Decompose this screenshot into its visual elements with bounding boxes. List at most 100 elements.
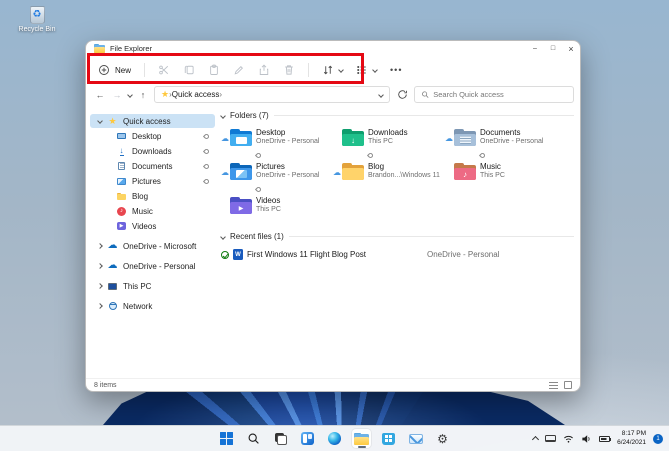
recent-file-row[interactable]: W First Windows 11 Flight Blog Post OneD… <box>221 249 574 260</box>
maximize-button[interactable]: □ <box>544 41 562 56</box>
notification-badge[interactable]: 1 <box>653 433 663 444</box>
new-button[interactable]: New <box>98 64 131 76</box>
share-icon <box>259 64 269 75</box>
back-button[interactable]: ← <box>94 90 106 100</box>
recycle-bin-label: Recycle Bin <box>18 26 56 33</box>
tray-date: 6/24/2021 <box>617 438 646 446</box>
recent-locations-chevron[interactable] <box>127 91 133 98</box>
search-input[interactable] <box>433 90 567 99</box>
sidebar-item-this-pc[interactable]: This PC <box>90 279 215 293</box>
microsoft-store-button[interactable] <box>379 429 398 448</box>
system-tray: 8:17 PM 6/24/2021 1 <box>532 426 663 451</box>
hidden-icons-chevron[interactable] <box>532 435 540 444</box>
chevron-down-icon[interactable] <box>220 112 226 119</box>
sync-status-icon <box>221 250 229 259</box>
word-document-icon: W <box>233 249 243 260</box>
pin-icon <box>254 185 263 194</box>
folder-tile-documents[interactable]: ☁ Documents OneDrive - Personal <box>445 126 557 160</box>
title-bar[interactable]: File Explorer – □ × <box>86 41 580 56</box>
onedrive-status-cloud-icon: ☁ <box>221 168 229 177</box>
clock[interactable]: 8:17 PM 6/24/2021 <box>617 430 646 447</box>
touch-keyboard-icon[interactable] <box>545 435 557 442</box>
address-dropdown-chevron[interactable] <box>378 91 384 98</box>
sidebar-item-pictures[interactable]: Pictures <box>90 174 215 188</box>
music-icon: ♪ <box>117 206 126 216</box>
large-icons-view-toggle[interactable] <box>564 381 572 389</box>
file-explorer-button[interactable] <box>352 429 371 448</box>
refresh-button[interactable] <box>395 89 409 100</box>
task-view-button[interactable] <box>271 429 290 448</box>
sidebar-item-downloads[interactable]: ↓ Downloads <box>90 144 215 158</box>
widgets-button[interactable] <box>298 429 317 448</box>
pin-icon <box>478 151 487 160</box>
sidebar-item-onedrive-personal[interactable]: ☁ OneDrive - Personal <box>90 259 215 273</box>
sidebar-item-onedrive-microsoft[interactable]: ☁ OneDrive - Microsoft <box>90 239 215 253</box>
folder-tile-videos[interactable]: VideosThis PC <box>221 194 333 224</box>
sidebar-item-blog[interactable]: Blog <box>90 189 215 203</box>
close-button[interactable]: × <box>562 41 580 56</box>
chevron-right-icon[interactable] <box>97 303 103 309</box>
delete-button[interactable] <box>283 64 295 76</box>
onedrive-cloud-icon: ☁ <box>107 240 118 251</box>
section-header-recent-files[interactable]: Recent files (1) <box>220 232 574 241</box>
taskbar-search-button[interactable] <box>244 429 263 448</box>
up-button[interactable]: ↑ <box>137 90 149 100</box>
folder-tile-music[interactable]: MusicThis PC <box>445 160 557 190</box>
share-button[interactable] <box>258 64 270 76</box>
chevron-down-icon[interactable] <box>220 233 226 240</box>
battery-icon[interactable] <box>599 435 612 442</box>
folder-tile-blog[interactable]: ☁ Blog Brandon...\Windows 11 <box>333 160 445 190</box>
edge-button[interactable] <box>325 429 344 448</box>
sidebar-item-quick-access[interactable]: ★ Quick access <box>90 114 215 128</box>
sidebar-item-network[interactable]: Network <box>90 299 215 313</box>
sidebar-item-videos[interactable]: ▶ Videos <box>90 219 215 233</box>
folder-tile-pictures[interactable]: ☁ Pictures OneDrive - Personal <box>221 160 333 194</box>
folder-icon <box>454 163 476 180</box>
section-header-folders[interactable]: Folders (7) <box>220 111 574 120</box>
pin-icon <box>202 147 211 155</box>
document-icon <box>118 162 125 170</box>
paste-button[interactable] <box>208 64 220 76</box>
breadcrumb-separator: › <box>219 90 222 99</box>
folder-tile-desktop[interactable]: ☁ Desktop OneDrive - Personal <box>221 126 333 160</box>
separator <box>308 63 310 77</box>
desktop: Recycle Bin File Explorer – □ × New <box>0 0 669 451</box>
list-view-icon <box>357 65 366 75</box>
sidebar-item-music[interactable]: ♪ Music <box>90 204 215 218</box>
sort-button[interactable] <box>322 64 344 76</box>
desktop-icon <box>117 133 126 139</box>
sidebar-item-documents[interactable]: Documents <box>90 159 215 173</box>
rename-button[interactable] <box>233 64 245 76</box>
chevron-right-icon[interactable] <box>97 263 103 269</box>
sort-icon <box>323 65 333 75</box>
sidebar-item-desktop[interactable]: Desktop <box>90 129 215 143</box>
chevron-down-icon[interactable] <box>97 118 103 124</box>
wifi-icon[interactable] <box>563 434 574 444</box>
chevron-right-icon[interactable] <box>97 283 103 289</box>
new-button-label: New <box>115 65 132 75</box>
onedrive-status-cloud-icon: ☁ <box>445 134 453 143</box>
divider <box>288 236 574 237</box>
view-button[interactable] <box>356 64 378 76</box>
breadcrumb[interactable]: ★ › Quick access › <box>154 86 390 103</box>
pin-icon <box>202 162 211 170</box>
details-view-toggle[interactable] <box>549 381 558 389</box>
forward-button[interactable]: → <box>111 90 123 100</box>
volume-icon[interactable] <box>581 434 592 444</box>
pin-icon <box>254 151 263 160</box>
start-button[interactable] <box>217 429 236 448</box>
minimize-button[interactable]: – <box>526 41 544 56</box>
copy-button[interactable] <box>183 64 195 76</box>
widgets-icon <box>301 432 314 445</box>
cut-button[interactable] <box>158 64 170 76</box>
chevron-right-icon[interactable] <box>97 243 103 249</box>
settings-button[interactable]: ⚙ <box>433 429 452 448</box>
search-box[interactable] <box>414 86 574 103</box>
recycle-bin[interactable]: Recycle Bin <box>12 6 62 33</box>
see-more-button[interactable]: ••• <box>390 65 402 75</box>
folder-tile-downloads[interactable]: DownloadsThis PC <box>333 126 445 160</box>
command-bar: New ••• <box>86 53 580 84</box>
breadcrumb-item[interactable]: Quick access <box>172 90 220 99</box>
mail-button[interactable] <box>406 429 425 448</box>
address-bar: ← → ↑ ★ › Quick access › <box>86 84 580 105</box>
